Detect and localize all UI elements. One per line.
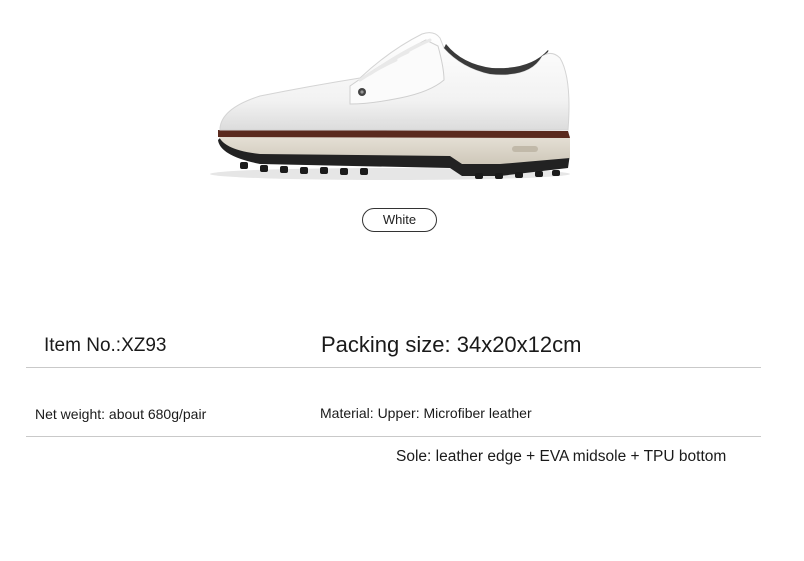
- item-number: Item No.:XZ93: [44, 335, 167, 356]
- material-sole: Sole: leather edge + EVA midsole + TPU b…: [396, 448, 727, 465]
- divider: [26, 436, 761, 437]
- packing-size: Packing size: 34x20x12cm: [321, 332, 582, 357]
- shoe-illustration: [210, 32, 570, 180]
- product-image-shoe: [200, 28, 580, 188]
- divider: [26, 367, 761, 368]
- net-weight: Net weight: about 680g/pair: [35, 406, 207, 422]
- material-upper: Material: Upper: Microfiber leather: [320, 405, 532, 421]
- color-option-white[interactable]: White: [362, 208, 437, 232]
